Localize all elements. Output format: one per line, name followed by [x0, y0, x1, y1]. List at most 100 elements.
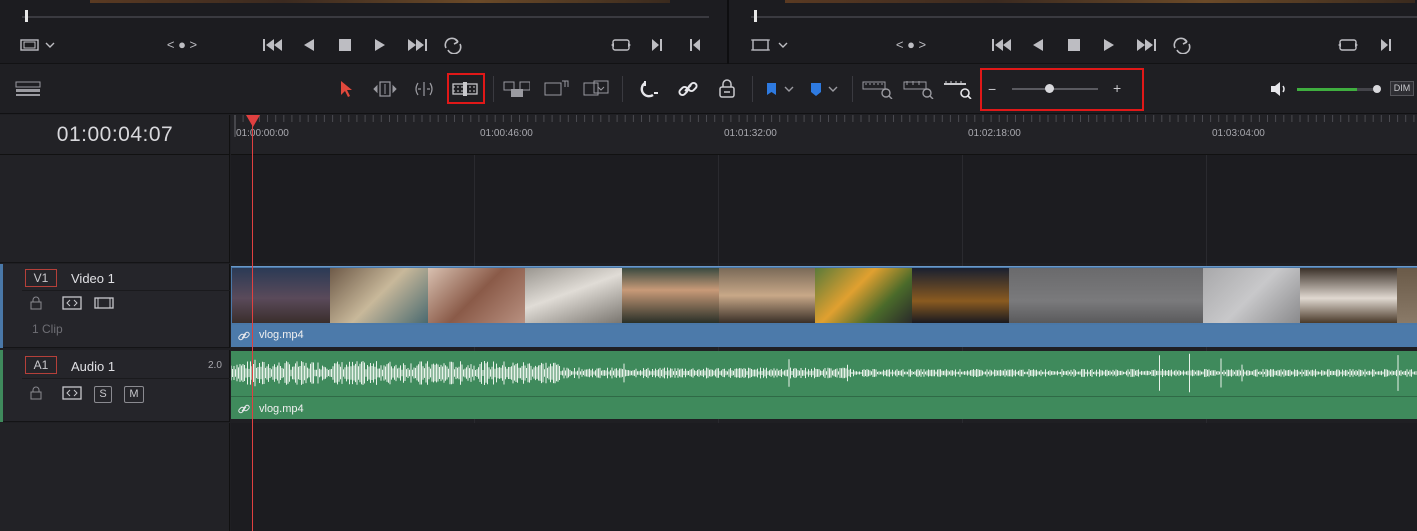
linked-selection-icon[interactable] [674, 77, 702, 101]
insert-clip-icon[interactable] [502, 77, 530, 101]
toolbar-separator [622, 76, 623, 102]
source-scrub-head[interactable] [25, 10, 28, 22]
playhead-line[interactable] [252, 120, 253, 531]
clip-thumbnail [622, 268, 719, 323]
source-filmstrip [90, 0, 670, 3]
track-color-bar [0, 350, 3, 422]
loop-icon[interactable] [442, 36, 464, 54]
viewer-options-icon[interactable] [20, 38, 56, 52]
clip-thumbnail [719, 268, 815, 323]
flag-dropdown-icon[interactable] [762, 77, 798, 101]
source-jog-control[interactable]: < ● > [160, 37, 204, 53]
timeline-viewer-options-icon[interactable] [751, 38, 791, 52]
speaker-icon[interactable] [1265, 77, 1293, 101]
solo-button[interactable]: S [94, 386, 112, 403]
play-reverse-icon[interactable] [1031, 38, 1045, 52]
link-icon [238, 403, 250, 415]
video-track-header: V1 Video 1 1 Clip [0, 264, 230, 348]
mute-button[interactable]: M [124, 386, 144, 403]
current-timecode[interactable]: 01:00:04:07 [0, 123, 230, 147]
timeline-view-options-icon[interactable] [14, 77, 42, 101]
clip-thumbnail [1397, 268, 1417, 323]
trim-edit-tool-icon[interactable] [371, 77, 399, 101]
dynamic-trim-tool-icon[interactable] [410, 77, 438, 101]
zoom-in-button[interactable]: + [1113, 80, 1121, 96]
selection-tool-icon[interactable] [332, 77, 360, 101]
position-lock-icon[interactable] [713, 77, 741, 101]
go-to-last-frame-icon[interactable] [1135, 38, 1157, 52]
zoom-slider-track[interactable] [1012, 88, 1098, 90]
divider [22, 378, 230, 379]
video-clip[interactable]: vlog.mp4 [231, 266, 1417, 347]
go-to-last-frame-icon[interactable] [406, 38, 428, 52]
detail-zoom-icon[interactable] [903, 77, 935, 101]
mark-out-icon[interactable] [688, 38, 702, 52]
empty-track-area[interactable] [231, 155, 1417, 263]
replace-clip-icon[interactable] [582, 77, 610, 101]
loop-icon[interactable] [1171, 36, 1193, 54]
lock-track-icon[interactable] [26, 293, 46, 313]
stop-icon[interactable] [338, 38, 352, 52]
timeline-toolbar: − + DIM [0, 64, 1417, 114]
link-icon [238, 330, 250, 342]
divider [22, 290, 230, 291]
empty-track-header-area [0, 155, 230, 263]
auto-track-select-icon[interactable] [60, 293, 84, 313]
go-to-first-frame-icon[interactable] [262, 38, 284, 52]
empty-track-area[interactable] [231, 423, 1417, 531]
timeline-scrub-bar[interactable] [751, 16, 1417, 18]
clip-thumbnail [232, 268, 330, 323]
audio-waveform [231, 353, 1417, 393]
clip-thumbnail [1009, 268, 1106, 323]
audio-track-name[interactable]: Audio 1 [71, 359, 115, 374]
video-clip-name-bar: vlog.mp4 [231, 325, 1417, 347]
match-frame-icon[interactable] [1337, 38, 1359, 52]
ruler-label: 01:02:18:00 [968, 128, 1021, 139]
auto-track-select-icon[interactable] [60, 383, 84, 403]
play-reverse-icon[interactable] [302, 38, 316, 52]
timeline-scrub-head[interactable] [754, 10, 757, 22]
ruler-label: 01:01:32:00 [724, 128, 777, 139]
timecode-panel: 01:00:04:07 [0, 115, 230, 155]
ruler-label: 01:00:00:00 [236, 128, 289, 139]
zoom-out-button[interactable]: − [988, 81, 996, 97]
video-track-name[interactable]: Video 1 [71, 271, 115, 286]
snapping-icon[interactable] [634, 77, 662, 101]
playhead-handle[interactable] [246, 115, 260, 127]
timeline-jog-control[interactable]: < ● > [889, 37, 933, 53]
zoom-slider-knob[interactable] [1044, 84, 1054, 93]
volume-slider-fill [1297, 88, 1357, 91]
audio-clip-name: vlog.mp4 [259, 403, 304, 415]
match-frame-icon[interactable] [610, 38, 632, 52]
full-extent-zoom-icon[interactable] [862, 77, 894, 101]
clip-thumbnail [1203, 268, 1300, 323]
mark-in-icon[interactable] [1379, 38, 1393, 52]
video-clip-name: vlog.mp4 [259, 329, 304, 341]
resolve-edit-page: < ● > < ● > − + DIM 01:00:04:07 01:00:00… [0, 0, 1417, 531]
disable-video-track-icon[interactable] [92, 293, 116, 313]
timeline-ruler[interactable]: 01:00:00:00 01:00:46:00 01:01:32:00 01:0… [231, 115, 1417, 155]
overwrite-clip-icon[interactable] [542, 77, 570, 101]
empty-track-header-area [0, 423, 230, 531]
marker-dropdown-icon[interactable] [806, 77, 842, 101]
track-color-bar [0, 264, 3, 348]
video-track-id[interactable]: V1 [25, 269, 57, 287]
ruler-label: 01:00:46:00 [480, 128, 533, 139]
source-viewer-controls: < ● > [0, 0, 727, 64]
volume-slider-knob[interactable] [1373, 85, 1381, 93]
audio-track-id[interactable]: A1 [25, 356, 57, 374]
audio-clip[interactable]: vlog.mp4 [231, 351, 1417, 419]
audio-track-header: A1 Audio 1 2.0 S M [0, 350, 230, 422]
stop-icon[interactable] [1067, 38, 1081, 52]
custom-zoom-icon[interactable] [943, 77, 975, 101]
go-to-first-frame-icon[interactable] [991, 38, 1013, 52]
clip-count: 1 Clip [32, 322, 63, 336]
dim-button[interactable]: DIM [1390, 81, 1414, 96]
volume-slider-track[interactable] [1297, 88, 1377, 91]
source-scrub-bar[interactable] [22, 16, 709, 18]
play-icon[interactable] [1102, 38, 1116, 52]
clip-thumbnail [1300, 268, 1397, 323]
lock-track-icon[interactable] [26, 383, 46, 403]
mark-in-icon[interactable] [650, 38, 664, 52]
play-icon[interactable] [373, 38, 387, 52]
